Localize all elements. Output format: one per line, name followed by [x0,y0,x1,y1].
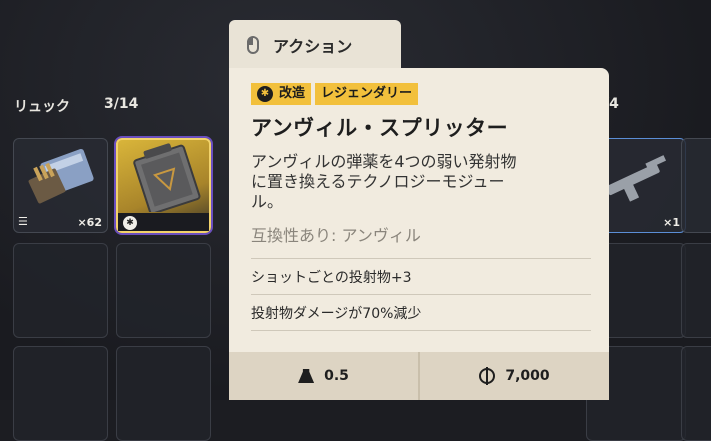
weight-value: 0.5 [324,368,349,384]
item-footer: 0.5 7,000 [229,352,609,400]
inventory-slot-empty[interactable] [116,243,211,338]
inventory-slot-empty[interactable] [116,346,211,441]
list-icon: ☰ [18,215,28,228]
tag-mod: ✱ 改造 [251,83,312,105]
tech-module-item-icon [133,143,201,212]
inventory-slot-ammo[interactable]: ☰ ×62 [13,138,108,233]
action-tab[interactable]: アクション [229,20,401,70]
tag-rarity-label: レジェンダリー [321,86,413,101]
stat-row: ショットごとの投射物+3 [251,259,591,295]
item-description: アンヴィルの弾薬を4つの弱い発射物 に置き換えるテクノロジーモジュー ル。 [251,152,591,212]
inventory-slot-anvil-splitter[interactable]: ✱ [116,138,211,233]
stack-count: ×1 [663,216,680,229]
price-cell: 7,000 [418,352,609,400]
mod-icon: ✱ [123,215,137,230]
tag-mod-label: 改造 [279,86,306,101]
inventory-slot-empty[interactable] [681,346,711,441]
mod-icon: ✱ [257,86,273,102]
stack-count: ×62 [77,216,102,229]
backpack-label: リュック [14,99,70,115]
item-tags: ✱ 改造 レジェンダリー [251,82,591,106]
action-label: アクション [273,37,353,56]
price-value: 7,000 [505,368,550,384]
inventory-slot-empty[interactable] [13,346,108,441]
inventory-slot-empty[interactable] [681,243,711,338]
coin-icon [479,367,496,385]
description-line: アンヴィルの弾薬を4つの弱い発射物 [251,152,517,171]
description-line: ル。 [251,192,284,211]
item-stats: ショットごとの投射物+3 投射物ダメージが70%減少 [251,258,591,331]
item-tooltip: ✱ 改造 レジェンダリー アンヴィル・スプリッター アンヴィルの弾薬を4つの弱い… [229,68,609,400]
item-compatibility: 互換性あり: アンヴィル [251,226,421,245]
inventory-slot-empty[interactable] [13,243,108,338]
weight-icon [298,369,315,383]
description-line: に置き換えるテクノロジーモジュー [251,172,505,191]
inventory-slot[interactable] [681,138,711,233]
backpack-capacity: 3/14 [104,96,139,112]
stat-row: 投射物ダメージが70%減少 [251,295,591,331]
weight-cell: 0.5 [229,352,418,400]
tag-rarity: レジェンダリー [315,83,419,105]
item-title: アンヴィル・スプリッター [251,116,509,140]
ammo-item-icon [28,149,94,204]
mouse-left-click-icon [247,36,259,54]
